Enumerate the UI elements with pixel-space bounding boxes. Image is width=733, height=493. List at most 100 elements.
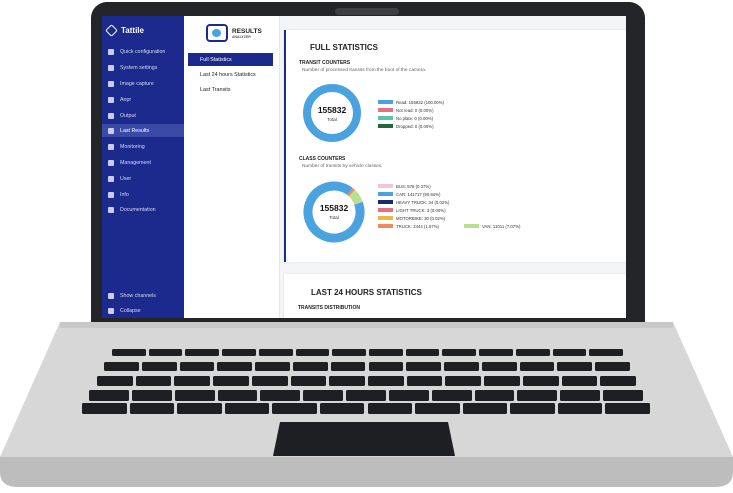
legend-label: Read: 155832 (100.00%) xyxy=(396,99,445,105)
class-legend-van: VAN: 11011 (7.07%) xyxy=(464,222,520,230)
transit-total-label: Total xyxy=(327,117,337,122)
sidebar-item-label: Management xyxy=(120,159,151,166)
legend-item: MOTORBIKE: 30 (0.02%) xyxy=(378,214,450,222)
sidebar-item-image-capture[interactable]: Image capture xyxy=(102,77,184,90)
brand-name: Tattile xyxy=(121,26,144,35)
submenu-item-full-statistics[interactable]: Full Statistics xyxy=(188,53,273,66)
submenu-item-label: Last Transits xyxy=(200,86,231,93)
sidebar-item-label: Documentation xyxy=(120,206,156,213)
sidebar-item-management[interactable]: Management xyxy=(102,156,184,169)
legend-label: CAR: 141717 (90.94%) xyxy=(396,191,441,197)
legend-item: TRUCK: 2444 (1.57%) xyxy=(378,222,450,230)
page-title: FULL STATISTICS xyxy=(310,43,378,52)
transit-counters-description: Number of processed transits from the bo… xyxy=(302,68,427,73)
sidebar-show-channels-button[interactable]: Show channels xyxy=(102,289,184,302)
legend-swatch xyxy=(378,100,393,104)
logo-title: RESULTS xyxy=(232,27,262,35)
laptop-base xyxy=(0,322,733,487)
legend-item: LIGHT TRUCK: 3 (0.00%) xyxy=(378,206,450,214)
legend-item: Not read: 0 (0.00%) xyxy=(378,106,444,114)
transit-counters-heading: TRANSIT COUNTERS xyxy=(299,60,351,66)
sidebar-item-label: Info xyxy=(120,191,129,198)
sidebar-item-label: Monitoring xyxy=(120,143,145,150)
sidebar-item-label: Anpr xyxy=(120,96,132,103)
submenu-item-last-transits[interactable]: Last Transits xyxy=(188,83,273,96)
sidebar-item-anpr[interactable]: Anpr xyxy=(102,93,184,106)
legend-swatch xyxy=(378,216,393,220)
sidebar-item-info[interactable]: Info xyxy=(102,188,184,201)
sidebar-item-label: Quick configuration xyxy=(120,48,166,55)
class-counters-heading: CLASS COUNTERS xyxy=(299,156,346,162)
sidebar-item-label: User xyxy=(120,175,132,182)
sidebar-item-documentation[interactable]: Documentation xyxy=(102,203,184,216)
tattile-logo-icon xyxy=(105,24,118,37)
user-icon xyxy=(108,175,114,182)
results-analyzer-icon xyxy=(206,24,228,42)
sidebar-item-output[interactable]: Output xyxy=(102,109,184,122)
sidebar-item-monitoring[interactable]: Monitoring xyxy=(102,140,184,153)
logo-subtitle: ANALYZER xyxy=(232,34,251,39)
legend-swatch xyxy=(378,116,393,120)
legend-label: HEAVY TRUCK: 34 (0.02%) xyxy=(396,199,450,205)
wrench-icon xyxy=(108,159,114,166)
wizard-icon xyxy=(108,48,114,55)
legend-label: TRUCK: 2444 (1.57%) xyxy=(396,223,439,229)
transit-legend: Read: 155832 (100.00%) Not read: 0 (0.00%… xyxy=(378,98,444,130)
legend-label: Not read: 0 (0.00%) xyxy=(396,107,434,113)
sidebar-collapse-button[interactable]: Collapse xyxy=(102,304,184,317)
info-icon xyxy=(108,191,114,198)
sidebar-item-label: System settings xyxy=(120,64,158,71)
submenu-item-label: Full Statistics xyxy=(200,56,232,63)
legend-swatch xyxy=(378,208,393,212)
sidebar-item-label: Collapse xyxy=(120,307,141,314)
last-24h-title: LAST 24 HOURS STATISTICS xyxy=(311,288,422,297)
transits-distribution-heading: TRANSITS DISTRIBUTION xyxy=(298,305,360,311)
collapse-icon xyxy=(108,307,114,314)
car-icon xyxy=(108,96,114,103)
legend-label: No plate: 0 (0.00%) xyxy=(396,115,434,121)
legend-label: Dropped: 0 (0.00%) xyxy=(396,123,434,129)
legend-swatch xyxy=(378,108,393,112)
legend-label: VAN: 11011 (7.07%) xyxy=(482,223,521,229)
legend-label: BUS: 578 (0.37%) xyxy=(396,183,431,189)
chart-icon xyxy=(108,127,114,134)
class-counters-description: Number of transits by vehicle classes. xyxy=(302,164,383,169)
monitor-icon xyxy=(108,143,114,150)
output-icon xyxy=(108,112,114,119)
gear-icon xyxy=(108,64,114,71)
eye-icon xyxy=(108,292,114,299)
legend-swatch xyxy=(378,124,393,128)
transit-total-value: 155832 xyxy=(317,105,347,115)
last-24h-card: LAST 24 HOURS STATISTICS TRANSITS DISTRI… xyxy=(284,274,626,318)
legend-item: BUS: 578 (0.37%) xyxy=(378,182,450,190)
sidebar-item-quick-configuration[interactable]: Quick configuration xyxy=(102,45,184,58)
sidebar-item-label: Output xyxy=(120,112,136,119)
legend-label: LIGHT TRUCK: 3 (0.00%) xyxy=(396,207,446,213)
full-statistics-card: FULL STATISTICS TRANSIT COUNTERS Number … xyxy=(284,30,626,262)
legend-label: MOTORBIKE: 30 (0.02%) xyxy=(396,215,446,221)
main-content: FULL STATISTICS TRANSIT COUNTERS Number … xyxy=(280,16,626,318)
sidebar: Tattile Quick configuration System settin… xyxy=(102,16,184,318)
legend-item: HEAVY TRUCK: 34 (0.02%) xyxy=(378,198,450,206)
legend-item: Dropped: 0 (0.00%) xyxy=(378,122,444,130)
legend-swatch xyxy=(378,200,393,204)
webcam xyxy=(335,8,399,15)
legend-swatch xyxy=(378,184,393,188)
sidebar-item-last-results[interactable]: Last Results xyxy=(102,124,184,137)
legend-item: Read: 155832 (100.00%) xyxy=(378,98,444,106)
results-analyzer-logo: RESULTS ANALYZER xyxy=(206,24,262,42)
class-total-value: 155832 xyxy=(319,203,349,213)
results-submenu: RESULTS ANALYZER Full Statistics Last 24… xyxy=(184,16,280,318)
legend-item: No plate: 0 (0.00%) xyxy=(378,114,444,122)
legend-swatch xyxy=(464,224,479,228)
submenu-item-last-24h-statistics[interactable]: Last 24 hours Statistics xyxy=(188,68,273,81)
legend-swatch xyxy=(378,192,393,196)
image-icon xyxy=(108,80,114,87)
trackpad[interactable] xyxy=(273,422,455,456)
brand[interactable]: Tattile xyxy=(105,24,144,37)
sidebar-item-user[interactable]: User xyxy=(102,172,184,185)
legend-swatch xyxy=(378,224,393,228)
sidebar-item-label: Image capture xyxy=(120,80,154,87)
sidebar-item-system-settings[interactable]: System settings xyxy=(102,61,184,74)
class-total-label: Total xyxy=(329,215,339,220)
